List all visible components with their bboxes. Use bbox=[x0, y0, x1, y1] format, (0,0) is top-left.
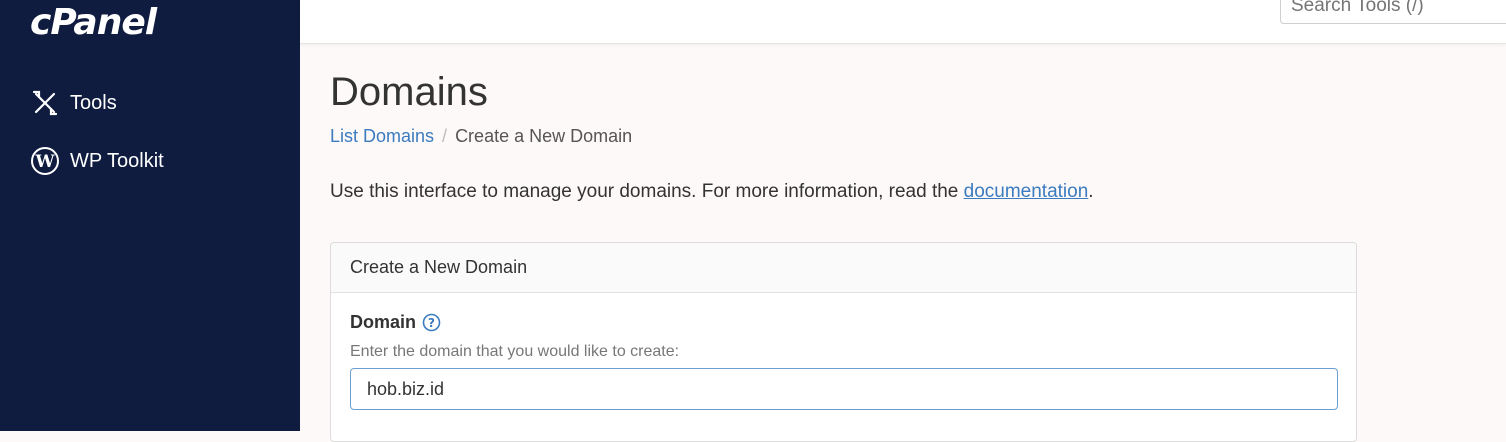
domain-input[interactable] bbox=[350, 368, 1338, 410]
cpanel-logo[interactable]: cPanel bbox=[30, 2, 157, 43]
documentation-link[interactable]: documentation bbox=[964, 181, 1089, 202]
svg-text:?: ? bbox=[428, 316, 435, 330]
intro-sentence: Use this interface to manage your domain… bbox=[330, 181, 964, 202]
help-icon[interactable]: ? bbox=[422, 313, 441, 332]
breadcrumb-current: Create a New Domain bbox=[455, 126, 633, 146]
domain-label-text: Domain bbox=[350, 312, 417, 332]
page-title: Domains bbox=[330, 70, 488, 114]
breadcrumb: List Domains / Create a New Domain bbox=[330, 126, 632, 147]
breadcrumb-list-domains-link[interactable]: List Domains bbox=[330, 126, 434, 146]
wordpress-icon: W bbox=[30, 146, 60, 176]
search-tools-input[interactable] bbox=[1280, 0, 1506, 24]
sidebar-item-wp-toolkit[interactable]: W WP Toolkit bbox=[30, 141, 164, 181]
breadcrumb-separator: / bbox=[442, 126, 448, 146]
domain-field-help: Enter the domain that you would like to … bbox=[350, 343, 680, 360]
create-domain-panel: Create a New Domain Domain ? Enter the d… bbox=[330, 242, 1357, 442]
sidebar: cPanel Tools W WP Toolkit bbox=[0, 0, 300, 431]
sidebar-item-label: Tools bbox=[70, 91, 117, 114]
domain-field-label: Domain ? bbox=[350, 312, 441, 333]
tools-icon bbox=[30, 88, 60, 118]
sidebar-item-tools[interactable]: Tools bbox=[30, 83, 117, 123]
intro-period: . bbox=[1088, 181, 1094, 202]
panel-title: Create a New Domain bbox=[331, 243, 1356, 293]
svg-text:W: W bbox=[34, 152, 55, 172]
sidebar-item-label: WP Toolkit bbox=[70, 149, 164, 172]
intro-text: Use this interface to manage your domain… bbox=[330, 181, 1094, 203]
top-bar bbox=[300, 0, 1506, 44]
